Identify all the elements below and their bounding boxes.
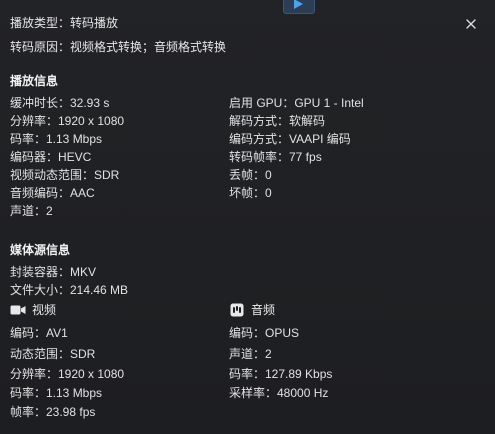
audio-section-header: 音频 (229, 302, 275, 318)
playback-info-panel: 播放类型：转码播放 转码原因：视频格式转换；音频格式转换 播放信息 缓冲时长：3… (0, 0, 495, 434)
video-section-header: 视频 (10, 302, 56, 318)
media-info-title: 媒体源信息 (10, 243, 71, 257)
video-framerate: 帧率：23.98 fps (10, 405, 96, 419)
transcode-reason: 转码原因：视频格式转换；音频格式转换 (10, 40, 227, 54)
encoder: 编码器：HEVC (10, 150, 92, 164)
dropped-frames: 丢帧：0 (229, 168, 272, 182)
video-dynamic-range-source: 动态范围：SDR (10, 347, 96, 361)
playback-info-title: 播放信息 (10, 74, 59, 88)
close-icon (466, 19, 476, 29)
audio-source-codec: 编码：OPUS (229, 326, 300, 340)
buffer-duration: 缓冲时长：32.93 s (10, 96, 110, 110)
decode-method: 解码方式：软解码 (229, 114, 326, 128)
bitrate: 码率：1.13 Mbps (10, 132, 103, 146)
audio-source-channels: 声道：2 (229, 347, 272, 361)
audio-channels: 声道：2 (10, 204, 53, 218)
video-camera-icon (10, 303, 26, 317)
container-format: 封装容器：MKV (10, 265, 97, 279)
transcode-framerate: 转码帧率：77 fps (229, 150, 322, 164)
video-codec: 编码：AV1 (10, 326, 68, 340)
video-dynamic-range: 视频动态范围：SDR (10, 168, 120, 182)
audio-sample-rate: 采样率：48000 Hz (229, 386, 329, 400)
chevron-right-icon (294, 0, 303, 9)
audio-source-bitrate: 码率：127.89 Kbps (229, 367, 333, 381)
file-size: 文件大小：214.46 MB (10, 283, 129, 297)
audio-icon (229, 303, 245, 317)
video-bitrate: 码率：1.13 Mbps (10, 386, 103, 400)
video-resolution: 分辨率：1920 x 1080 (10, 367, 125, 381)
corrupted-frames: 坏帧：0 (229, 186, 272, 200)
audio-section-label: 音频 (251, 303, 276, 317)
top-tab-handle[interactable] (283, 0, 315, 14)
audio-codec: 音频编码：AAC (10, 186, 95, 200)
close-button[interactable] (463, 16, 479, 32)
playback-type: 播放类型：转码播放 (10, 16, 119, 30)
video-section-label: 视频 (32, 303, 57, 317)
gpu-enabled: 启用 GPU：GPU 1 - Intel (229, 96, 364, 110)
resolution: 分辨率：1920 x 1080 (10, 114, 125, 128)
encode-method: 编码方式：VAAPI 编码 (229, 132, 351, 146)
